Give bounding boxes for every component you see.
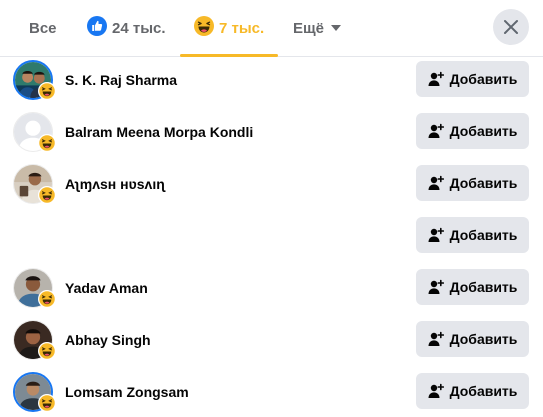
list-item: Balram Meena Morpa Kondli Добавить	[0, 106, 543, 158]
add-friend-button[interactable]: Добавить	[416, 61, 529, 97]
list-item: S. K. Raj Sharma Добавить	[0, 54, 543, 106]
add-friend-button[interactable]: Добавить	[416, 373, 529, 409]
caret-down-icon	[330, 24, 342, 32]
person-name[interactable]: S. K. Raj Sharma	[65, 54, 177, 106]
add-friend-icon	[428, 123, 444, 139]
tab-like[interactable]: 24 тыс.	[87, 0, 166, 56]
close-icon	[503, 19, 519, 35]
haha-badge-icon	[38, 394, 56, 412]
haha-badge-icon	[38, 134, 56, 152]
add-friend-icon	[428, 175, 444, 191]
person-name[interactable]: Balram Meena Morpa Kondli	[65, 106, 253, 158]
add-friend-icon	[428, 279, 444, 295]
person-name[interactable]: Yadav Aman	[65, 262, 148, 314]
list-item: Lomsam Zongsam Добавить	[0, 366, 543, 417]
avatar[interactable]	[13, 164, 56, 204]
add-friend-label: Добавить	[449, 279, 518, 295]
add-friend-label: Добавить	[449, 331, 518, 347]
haha-badge-icon	[38, 342, 56, 360]
list-item: Yadav Aman Добавить	[0, 262, 543, 314]
close-button[interactable]	[493, 9, 529, 45]
add-friend-button[interactable]: Добавить	[416, 113, 529, 149]
haha-badge-icon	[38, 82, 56, 100]
add-friend-button[interactable]: Добавить	[416, 217, 529, 253]
tab-haha[interactable]: 7 тыс.	[194, 0, 264, 56]
add-friend-label: Добавить	[449, 227, 518, 243]
tab-all[interactable]: Все	[29, 0, 57, 56]
reactions-tab-bar: Все 24 тыс. 7 тыс. Ещё	[0, 0, 543, 57]
add-friend-label: Добавить	[449, 123, 518, 139]
avatar[interactable]	[13, 268, 56, 308]
avatar[interactable]	[13, 112, 56, 152]
add-friend-label: Добавить	[449, 175, 518, 191]
list-item: Aʅɱʌsʜ ʜʋsʌıɳ Добавить	[0, 158, 543, 210]
add-friend-label: Добавить	[449, 71, 518, 87]
avatar[interactable]	[13, 320, 56, 360]
add-friend-label: Добавить	[449, 383, 518, 399]
add-friend-button[interactable]: Добавить	[416, 269, 529, 305]
haha-reaction-icon	[194, 16, 214, 40]
tab-like-count: 24 тыс.	[112, 19, 166, 37]
add-friend-button[interactable]: Добавить	[416, 321, 529, 357]
person-name[interactable]: Abhay Singh	[65, 314, 151, 366]
add-friend-icon	[428, 71, 444, 87]
tab-more-label: Ещё	[293, 19, 325, 37]
add-friend-icon	[428, 331, 444, 347]
add-friend-button[interactable]: Добавить	[416, 165, 529, 201]
list-item: Abhay Singh Добавить	[0, 314, 543, 366]
avatar[interactable]	[13, 372, 56, 412]
haha-badge-icon	[38, 290, 56, 308]
tab-more[interactable]: Ещё	[293, 0, 342, 56]
person-name[interactable]: Aʅɱʌsʜ ʜʋsʌıɳ	[65, 158, 165, 210]
tab-haha-count: 7 тыс.	[219, 19, 265, 37]
list-item: Добавить	[0, 210, 543, 262]
tab-all-label: Все	[29, 19, 57, 37]
like-reaction-icon	[87, 16, 107, 40]
haha-badge-icon	[38, 186, 56, 204]
add-friend-icon	[428, 383, 444, 399]
add-friend-icon	[428, 227, 444, 243]
avatar[interactable]	[13, 60, 56, 100]
person-name[interactable]: Lomsam Zongsam	[65, 366, 189, 417]
